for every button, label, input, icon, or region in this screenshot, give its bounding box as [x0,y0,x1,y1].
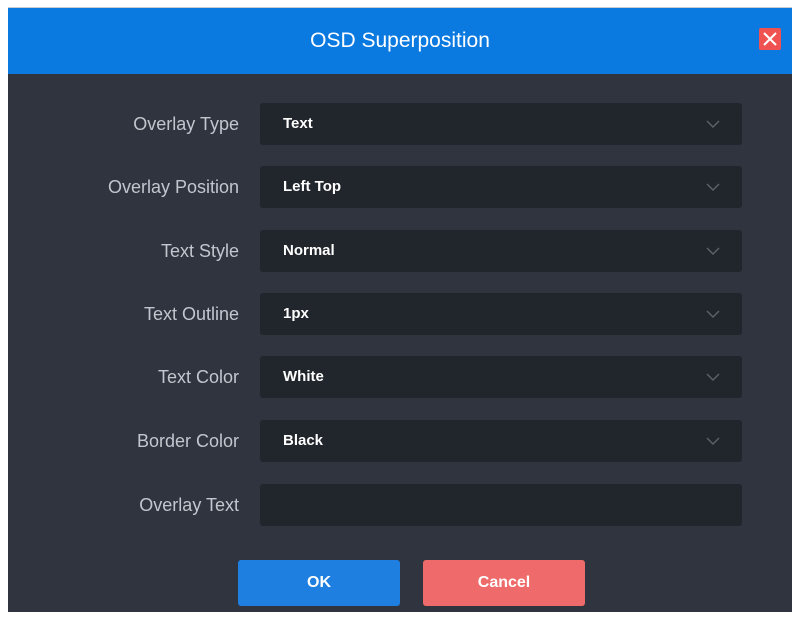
text-color-select[interactable]: White [260,356,742,398]
text-color-label: Text Color [157,367,239,387]
chevron-down-icon [706,373,720,381]
chevron-down-icon [706,437,720,445]
overlay-type-select[interactable]: Text [260,103,742,145]
overlay-type-value: Text [283,115,313,132]
text-style-row: Text Style Normal [8,230,792,272]
ok-button[interactable]: OK [238,560,400,606]
overlay-type-row: Overlay Type Text [8,103,792,145]
text-outline-value: 1px [283,305,309,322]
osd-superposition-dialog: OSD Superposition Overlay Type Text Over… [8,7,792,612]
overlay-position-row: Overlay Position Left Top [8,166,792,208]
text-outline-select[interactable]: 1px [260,293,742,335]
border-color-label: Border Color [136,431,239,451]
text-style-label: Text Style [160,241,239,261]
overlay-position-value: Left Top [283,178,342,195]
chevron-down-icon [706,183,720,191]
chevron-down-icon [706,310,720,318]
close-button[interactable] [759,28,781,50]
text-outline-row: Text Outline 1px [8,293,792,335]
text-color-row: Text Color White [8,356,792,398]
close-icon [763,32,777,46]
cancel-button[interactable]: Cancel [423,560,585,606]
dialog-title-bar: OSD Superposition [8,8,792,74]
overlay-position-label: Overlay Position [107,177,239,197]
text-style-select[interactable]: Normal [260,230,742,272]
overlay-text-label: Overlay Text [139,495,239,515]
chevron-down-icon [706,120,720,128]
overlay-text-input[interactable] [260,484,742,526]
border-color-row: Border Color Black [8,420,792,462]
overlay-text-row: Overlay Text [8,484,792,526]
border-color-value: Black [283,432,324,449]
overlay-type-label: Overlay Type [133,114,239,134]
text-outline-label: Text Outline [143,304,239,324]
dialog-title: OSD Superposition [310,29,490,52]
text-color-value: White [283,368,324,385]
border-color-select[interactable]: Black [260,420,742,462]
overlay-position-select[interactable]: Left Top [260,166,742,208]
text-style-value: Normal [283,242,335,259]
chevron-down-icon [706,247,720,255]
